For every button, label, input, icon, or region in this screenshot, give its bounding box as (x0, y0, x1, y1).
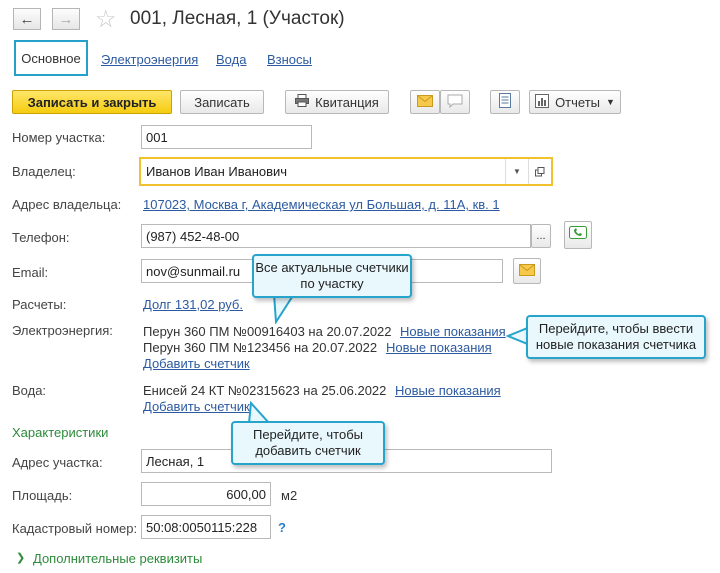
water-meter-1: Енисей 24 КТ №02315623 на 25.06.2022 (143, 383, 387, 398)
callout-meters-text: Все актуальные счетчики по участку (252, 254, 412, 298)
save-close-label: Записать и закрыть (27, 94, 157, 110)
reports-icon (535, 93, 550, 111)
payments-link[interactable]: Долг 131,02 руб. (143, 297, 243, 312)
printer-icon (295, 94, 310, 110)
new-readings-link-2[interactable]: Новые показания (386, 340, 492, 355)
tab-water[interactable]: Вода (216, 52, 246, 67)
reports-label: Отчеты (555, 94, 600, 110)
plot-address-label: Адрес участка: (12, 455, 103, 470)
callout-pointer (272, 294, 296, 324)
area-label: Площадь: (12, 488, 73, 503)
callout-add-meter-text: Перейдите, чтобы добавить счетчик (231, 421, 385, 465)
phone-more-button[interactable]: ... (531, 224, 551, 248)
payments-label: Расчеты: (12, 297, 67, 312)
plot-number-label: Номер участка: (12, 130, 106, 145)
phone-icon (569, 225, 587, 245)
tab-main[interactable]: Основное (14, 40, 88, 76)
owner-label: Владелец: (12, 164, 76, 179)
chat-bubble-icon (447, 94, 463, 111)
chevron-down-icon[interactable]: ▼ (505, 159, 528, 184)
owner-field[interactable]: Иванов Иван Иванович ▼ (139, 157, 553, 186)
arrow-left-icon: ← (19, 10, 35, 28)
list-button[interactable] (490, 90, 520, 114)
electricity-label: Электроэнергия: (12, 323, 113, 338)
reports-button[interactable]: Отчеты ▼ (529, 90, 621, 114)
save-label: Записать (194, 94, 250, 110)
receipt-button[interactable]: Квитанция (285, 90, 389, 114)
forward-button[interactable]: → (52, 8, 80, 30)
owner-value: Иванов Иван Иванович (146, 164, 288, 179)
email-label: Email: (12, 265, 49, 280)
electricity-meter-2: Перун 360 ПМ №123456 на 20.07.2022 (143, 340, 378, 355)
electricity-meter-1: Перун 360 ПМ №00916403 на 20.07.2022 (143, 324, 392, 339)
email-send-button[interactable] (410, 90, 440, 114)
arrow-right-icon: → (58, 10, 74, 28)
open-icon[interactable] (528, 159, 551, 184)
owner-address-link[interactable]: 107023, Москва г, Академическая ул Больш… (143, 197, 500, 212)
water-label: Вода: (12, 383, 47, 398)
callout-meters: Все актуальные счетчики по участку (252, 254, 412, 324)
callout-new-readings-text: Перейдите, чтобы ввести новые показания … (526, 315, 706, 359)
callout-add-meter: Перейдите, чтобы добавить счетчик (231, 401, 385, 465)
call-button[interactable] (564, 221, 592, 249)
document-list-icon (499, 93, 511, 111)
envelope-icon (519, 263, 535, 279)
add-water-meter-link[interactable]: Добавить счетчик (143, 399, 250, 414)
tab-main-label: Основное (21, 50, 81, 66)
cadastral-label: Кадастровый номер: (12, 521, 138, 536)
save-button[interactable]: Записать (180, 90, 264, 114)
area-unit: м2 (281, 488, 298, 503)
phone-input[interactable]: (987) 452-48-00 (141, 224, 531, 248)
area-input[interactable]: 600,00 (141, 482, 271, 506)
page-title: 001, Лесная, 1 (Участок) (130, 8, 345, 29)
back-button[interactable]: ← (13, 8, 41, 30)
phone-label: Телефон: (12, 230, 70, 245)
tab-fees[interactable]: Взносы (267, 52, 312, 67)
save-close-button[interactable]: Записать и закрыть (12, 90, 172, 114)
characteristics-heading: Характеристики (12, 425, 109, 440)
star-icon[interactable]: ☆ (95, 5, 117, 34)
extra-details-toggle[interactable]: Дополнительные реквизиты (33, 551, 202, 566)
receipt-label: Квитанция (315, 94, 379, 110)
new-readings-link-water[interactable]: Новые показания (395, 383, 501, 398)
chevron-down-icon: ▼ (606, 97, 615, 107)
add-electricity-meter-link[interactable]: Добавить счетчик (143, 356, 250, 371)
help-icon[interactable]: ? (278, 520, 286, 535)
tab-electricity[interactable]: Электроэнергия (101, 52, 198, 67)
send-email-button[interactable] (513, 258, 541, 284)
callout-new-readings: Перейдите, чтобы ввести новые показания … (506, 315, 706, 359)
cadastral-input[interactable]: 50:08:0050115:228 (141, 515, 271, 539)
chevron-right-icon[interactable]: ❯ (16, 551, 25, 564)
plot-number-input[interactable]: 001 (141, 125, 312, 149)
message-button[interactable] (440, 90, 470, 114)
new-readings-link-1[interactable]: Новые показания (400, 324, 506, 339)
owner-address-label: Адрес владельца: (12, 197, 122, 212)
envelope-icon (417, 94, 433, 110)
